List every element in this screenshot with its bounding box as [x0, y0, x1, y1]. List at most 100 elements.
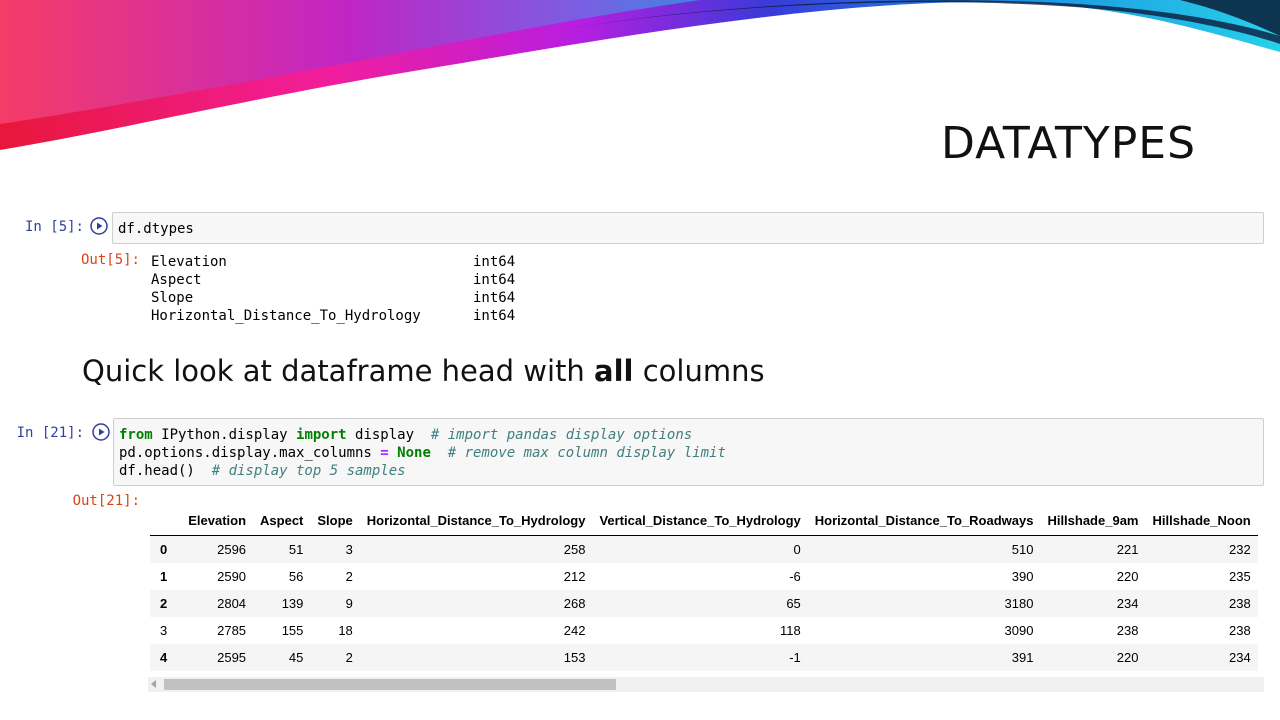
table-row: 4 2595 45 2 153 -1 391 220 234	[150, 644, 1258, 671]
column-header: Hillshade_9am	[1040, 505, 1146, 536]
table-cell: 2595	[217, 650, 247, 665]
table-cell: 45	[288, 650, 304, 665]
table-cell: 242	[563, 623, 586, 638]
table-cell: 391	[1011, 650, 1034, 665]
input-prompt: In [5]:	[24, 219, 84, 235]
code-line: from IPython.display import display # im…	[119, 426, 1258, 444]
table-cell: 2	[345, 650, 353, 665]
table-cell: 2	[345, 569, 353, 584]
dtypes-output: Elevation int64 Aspect int64 Slope int64…	[151, 253, 531, 325]
table-cell: 3090	[1004, 623, 1034, 638]
slide-title: DATATYPES	[941, 118, 1196, 169]
keyword: from	[119, 427, 153, 443]
dtype-column-name: Horizontal_Distance_To_Hydrology	[151, 308, 421, 324]
row-index: 3	[160, 623, 168, 638]
table-cell: -6	[789, 569, 801, 584]
dataframe-output: Elevation Aspect Slope Horizontal_Distan…	[150, 505, 1264, 671]
table-cell: 234	[1229, 650, 1251, 665]
table-cell: 2596	[217, 542, 247, 557]
column-header: Hillshade_Noon	[1145, 505, 1258, 536]
table-cell: 56	[288, 569, 304, 584]
column-header: Aspect	[253, 505, 311, 536]
code-token: df.head()	[119, 463, 212, 479]
table-cell: 238	[1229, 623, 1251, 638]
code-comment: # display top 5 samples	[211, 463, 406, 479]
subheading-text: Quick look at dataframe head with	[82, 354, 595, 388]
output-prompt: Out[21]:	[72, 493, 140, 509]
slide-subheading: Quick look at dataframe head with all co…	[82, 354, 765, 388]
table-cell: 232	[1229, 542, 1251, 557]
run-cell-icon[interactable]	[90, 217, 108, 235]
table-cell: 51	[288, 542, 304, 557]
code-cell-input[interactable]: from IPython.display import display # im…	[113, 418, 1264, 486]
code-comment: # remove max column display limit	[447, 445, 726, 461]
table-row: 2 2804 139 9 268 65 3180 234 238	[150, 590, 1258, 617]
table-cell: 510	[1011, 542, 1034, 557]
dtype-row: Elevation int64	[151, 253, 531, 271]
column-header: Slope	[310, 505, 360, 536]
run-cell-icon[interactable]	[92, 423, 110, 441]
dtype-column-name: Slope	[151, 290, 194, 306]
subheading-bold: all	[594, 354, 634, 388]
index-header	[150, 505, 182, 536]
dtype-row: Aspect int64	[151, 271, 531, 289]
horizontal-scrollbar[interactable]	[148, 677, 1264, 692]
table-cell: 139	[281, 596, 304, 611]
dtype-value: int64	[473, 308, 516, 324]
code-line: pd.options.display.max_columns = None # …	[119, 444, 1258, 462]
code-line: df.dtypes	[118, 221, 194, 237]
dtype-column-name: Elevation	[151, 254, 227, 270]
scroll-thumb[interactable]	[164, 679, 616, 690]
table-cell: 220	[1116, 650, 1139, 665]
column-header: Horizontal_Distance_To_Roadways	[807, 505, 1041, 536]
operator: =	[380, 445, 389, 461]
keyword: None	[397, 445, 431, 461]
table-cell: 220	[1116, 569, 1139, 584]
dtype-value: int64	[473, 272, 516, 288]
table-cell: 118	[780, 623, 801, 638]
input-prompt: In [21]:	[16, 425, 84, 441]
table-cell: 235	[1229, 569, 1251, 584]
table-cell: 2590	[217, 569, 247, 584]
dtype-value: int64	[473, 290, 516, 306]
table-row: 3 2785 155 18 242 118 3090 238 238	[150, 617, 1258, 644]
code-comment: # import pandas display options	[430, 427, 693, 443]
table-cell: 3180	[1004, 596, 1034, 611]
column-header: Vertical_Distance_To_Hydrology	[592, 505, 808, 536]
keyword: import	[296, 427, 347, 443]
dtype-row: Horizontal_Distance_To_Hydrology int64	[151, 307, 531, 325]
table-cell: 153	[563, 650, 586, 665]
column-header: Horizontal_Distance_To_Hydrology	[359, 505, 593, 536]
row-index: 1	[160, 569, 168, 584]
code-token: IPython.display	[152, 427, 297, 443]
output-prompt: Out[5]:	[80, 252, 140, 268]
table-cell: 258	[563, 542, 586, 557]
subheading-text-end: columns	[633, 354, 765, 388]
table-row: 1 2590 56 2 212 -6 390 220 235	[150, 563, 1258, 590]
table-cell: 390	[1011, 569, 1034, 584]
row-index: 4	[160, 650, 168, 665]
dtype-value: int64	[473, 254, 516, 270]
dtype-column-name: Aspect	[151, 272, 202, 288]
scroll-left-arrow-icon[interactable]	[151, 680, 156, 688]
column-header: Elevation	[181, 505, 254, 536]
table-cell: 18	[338, 623, 353, 638]
table-cell: 9	[345, 596, 353, 611]
table-cell: 238	[1229, 596, 1251, 611]
code-cell-input[interactable]: df.dtypes	[112, 212, 1264, 244]
table-cell: 2785	[217, 623, 247, 638]
table-cell: 0	[793, 542, 801, 557]
code-line: df.head() # display top 5 samples	[119, 462, 1258, 480]
table-cell: 65	[786, 596, 801, 611]
dtype-row: Slope int64	[151, 289, 531, 307]
table-cell: -1	[789, 650, 801, 665]
code-token: pd.options.display.max_columns	[119, 445, 381, 461]
table-header-row: Elevation Aspect Slope Horizontal_Distan…	[150, 505, 1258, 536]
row-index: 2	[160, 596, 168, 611]
table-cell: 221	[1116, 542, 1139, 557]
dataframe-table: Elevation Aspect Slope Horizontal_Distan…	[150, 505, 1258, 671]
table-cell: 155	[281, 623, 304, 638]
table-cell: 238	[1116, 623, 1139, 638]
